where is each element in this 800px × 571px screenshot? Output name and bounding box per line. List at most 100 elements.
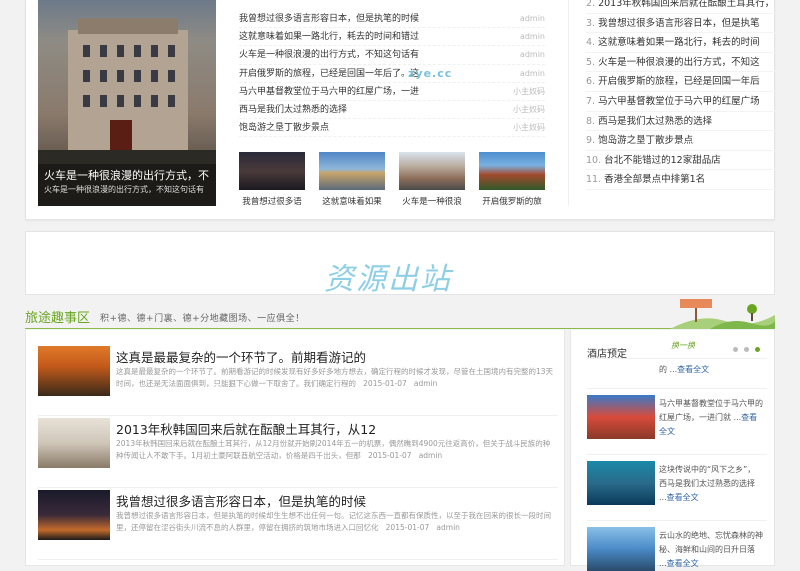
rank-title[interactable]: 马六甲基督教堂位于马六甲的红屋广场	[598, 96, 760, 107]
rank-number: 11.	[586, 174, 602, 186]
section-title[interactable]: 旅途趣事区	[25, 307, 90, 326]
list-item[interactable]: 西马是我们太过熟悉的选择 小主奴码	[239, 101, 545, 120]
sidebar-item-image[interactable]	[587, 461, 655, 505]
list-item-title[interactable]: 饱岛游之垦丁散步景点	[239, 119, 329, 136]
thumbnail-caption[interactable]: 开启俄罗斯的旅	[479, 195, 545, 207]
ranking-item[interactable]: 7. 马六甲基督教堂位于马六甲的红屋广场	[586, 92, 776, 112]
read-more-link[interactable]: 查看全文	[677, 365, 709, 374]
rank-title[interactable]: 西马是我们太过熟悉的选择	[598, 116, 712, 127]
article-author[interactable]: admin	[414, 379, 438, 388]
carousel-dot[interactable]	[744, 347, 749, 352]
rank-title[interactable]: 开启俄罗斯的旅程，已经是回国一年后	[598, 76, 760, 87]
ad-banner[interactable]: 资源出站	[25, 231, 775, 298]
travel-illustration-icon	[670, 299, 775, 329]
article-excerpt-text: 2013年秋韩国回来后就在酝酿土耳其行，从12月份就开始刷2014年五一的机票，…	[116, 439, 551, 460]
sidebar-item[interactable]: 马六甲基督教堂位于马六甲的红屋广场，一进门就 ...查看全文	[587, 388, 767, 450]
thumbnail-image[interactable]	[239, 152, 305, 190]
thumbnail-image[interactable]	[399, 152, 465, 190]
read-more-link[interactable]: 查看全文	[667, 559, 699, 568]
rank-title[interactable]: 香港全部景点中排第1名	[604, 174, 705, 185]
article-title[interactable]: 2013年秋韩国回来后就在酝酿土耳其行，从12	[116, 419, 376, 438]
ranking-item[interactable]: 3. 我曾想过很多语言形容日本，但是执笔	[586, 14, 776, 34]
list-item-author: admin	[519, 68, 545, 78]
article-author[interactable]: admin	[419, 451, 443, 460]
article-date: 2015-01-07	[363, 378, 407, 388]
thumbnail-card[interactable]: 我曾想过很多语	[239, 152, 305, 207]
rank-number: 5.	[586, 56, 596, 68]
article-title[interactable]: 我曾想过很多语言形容日本，但是执笔的时候	[116, 491, 366, 510]
ranking-item[interactable]: 6. 开启俄罗斯的旅程，已经是回国一年后	[586, 72, 776, 92]
carousel-dot[interactable]	[733, 347, 738, 352]
ranking-list: 2. 2013年秋韩国回来后就在酝酿土耳其行， 3. 我曾想过很多语言形容日本，但是…	[586, 0, 776, 190]
hotel-sidebar: 酒店预定 换一换 的 ...查看全文 马六甲基督教堂位于马六甲的红屋广场，一进门…	[570, 330, 775, 571]
thumbnail-image[interactable]	[479, 152, 545, 190]
section-slogan: 积+德、德+门裏、德+分地藏图场、一应俱全！	[100, 314, 305, 324]
list-item-title[interactable]: 我曾想过很多语言形容日本，但是执笔的时候	[239, 10, 419, 27]
rank-title[interactable]: 饱岛游之垦丁散步景点	[598, 135, 693, 146]
article-excerpt-text: 这真是最最复杂的一个环节了。前期看游记的时候发现有好多好多地方想去，确定行程的时…	[116, 367, 554, 388]
list-item[interactable]: 我曾想过很多语言形容日本，但是执笔的时候 admin	[239, 10, 545, 29]
ranking-item[interactable]: 2. 2013年秋韩国回来后就在酝酿土耳其行，	[586, 0, 776, 14]
rank-number: 6.	[586, 76, 596, 88]
top-article-list: 我曾想过很多语言形容日本，但是执笔的时候 admin 这就意味着如果一路北行，耗去…	[239, 10, 545, 138]
article-thumbnail[interactable]	[38, 418, 110, 468]
ranking-item[interactable]: 10. 台北不能错过的12家甜品店	[586, 151, 776, 171]
sidebar-item-image[interactable]	[587, 527, 655, 571]
list-item-author: admin	[519, 32, 545, 42]
sidebar-item-text: 马六甲基督教堂位于马六甲的红屋广场，一进门就 ...查看全文	[659, 397, 763, 439]
thumbnail-caption[interactable]: 这就意味着如果	[319, 195, 385, 207]
hero-title[interactable]: 火车是一种很浪漫的出行方式，不	[44, 168, 210, 184]
sidebar-item[interactable]: 云山水的绝地、忘忧森林的神秘、海鲜和山间的日升日落 ...查看全文	[587, 520, 767, 571]
read-more-link[interactable]: 查看全文	[667, 493, 699, 502]
ad-logo[interactable]: 资源出站	[324, 254, 452, 298]
article-title[interactable]: 这真是最最复杂的一个环节了。前期看游记的	[116, 347, 366, 366]
article-item[interactable]: 2013年秋韩国回来后就在酝酿土耳其行，从12 2013年秋韩国回来后就在酝酿土…	[38, 418, 558, 488]
sidebar-item-text: 这块传说中的“风下之乡”，西马是我们太过熟悉的选择 ...查看全文	[659, 463, 763, 505]
ranking-item[interactable]: 8. 西马是我们太过熟悉的选择	[586, 112, 776, 132]
rank-title[interactable]: 台北不能错过的12家甜品店	[604, 155, 721, 166]
article-item[interactable]: 我曾想过很多语言形容日本，但是执笔的时候 我曾想过很多语言形容日本，但是执笔的时…	[38, 490, 558, 560]
rank-number: 2.	[586, 0, 596, 9]
swap-button[interactable]: 换一换	[671, 340, 695, 351]
list-item-title[interactable]: 火车是一种很浪漫的出行方式，不知这句话有	[239, 46, 419, 63]
article-thumbnail[interactable]	[38, 346, 110, 396]
rank-title[interactable]: 我曾想过很多语言形容日本，但是执笔	[598, 18, 760, 29]
list-item[interactable]: 开启俄罗斯的旅程，已经是回国一年后了。这 admin	[239, 65, 545, 83]
sidebar-item-image[interactable]	[587, 395, 655, 439]
thumbnail-card[interactable]: 火车是一种很浪	[399, 152, 465, 207]
section-header: 旅途趣事区 积+德、德+门裏、德+分地藏图场、一应俱全！	[25, 299, 775, 329]
list-item-title[interactable]: 这就意味着如果一路北行，耗去的时间和错过	[239, 28, 419, 45]
thumbnail-card[interactable]: 这就意味着如果	[319, 152, 385, 207]
list-item[interactable]: 马六甲基督教堂位于马六甲的红屋广场，一进 小主奴码	[239, 83, 545, 101]
list-item-author: 小主奴码	[513, 104, 545, 114]
rank-title[interactable]: 火车是一种很浪漫的出行方式，不知这	[598, 57, 760, 68]
hero-caption: 火车是一种很浪漫的出行方式，不 火车是一种很浪漫的出行方式，不知这句话有	[38, 164, 216, 206]
carousel-dot-active[interactable]	[755, 347, 760, 352]
thumbnail-card[interactable]: 开启俄罗斯的旅	[479, 152, 545, 207]
list-item-title[interactable]: 开启俄罗斯的旅程，已经是回国一年后了。这	[239, 65, 419, 82]
hero-image[interactable]: 火车是一种很浪漫的出行方式，不 火车是一种很浪漫的出行方式，不知这句话有	[38, 0, 216, 206]
rank-title[interactable]: 这就意味着如果一路北行，耗去的时间	[598, 37, 760, 48]
thumbnail-image[interactable]	[319, 152, 385, 190]
ad-url[interactable]: zye.cc	[408, 67, 452, 80]
sidebar-item[interactable]: 这块传说中的“风下之乡”，西马是我们太过熟悉的选择 ...查看全文	[587, 454, 767, 516]
carousel-dots	[733, 347, 760, 352]
ranking-item[interactable]: 4. 这就意味着如果一路北行，耗去的时间	[586, 33, 776, 53]
ranking-item[interactable]: 9. 饱岛游之垦丁散步景点	[586, 131, 776, 151]
article-item[interactable]: 这真是最最复杂的一个环节了。前期看游记的 这真是最最复杂的一个环节了。前期看游记…	[38, 346, 558, 416]
list-item-title[interactable]: 西马是我们太过熟悉的选择	[239, 101, 347, 118]
ranking-item[interactable]: 11. 香港全部景点中排第1名	[586, 170, 776, 190]
sidebar-item[interactable]: 的 ...查看全文	[587, 358, 767, 378]
list-item[interactable]: 这就意味着如果一路北行，耗去的时间和错过 admin	[239, 28, 545, 47]
list-item-author: admin	[519, 50, 545, 60]
list-item[interactable]: 饱岛游之垦丁散步景点 小主奴码	[239, 119, 545, 138]
list-item-author: admin	[519, 14, 545, 23]
list-item[interactable]: 火车是一种很浪漫的出行方式，不知这句话有 admin	[239, 46, 545, 65]
article-thumbnail[interactable]	[38, 490, 110, 540]
thumbnail-caption[interactable]: 我曾想过很多语	[239, 195, 305, 207]
ranking-item[interactable]: 5. 火车是一种很浪漫的出行方式，不知这	[586, 53, 776, 73]
thumbnail-caption[interactable]: 火车是一种很浪	[399, 195, 465, 207]
rank-title[interactable]: 2013年秋韩国回来后就在酝酿土耳其行，	[598, 0, 774, 9]
article-author[interactable]: admin	[436, 523, 460, 532]
list-item-title[interactable]: 马六甲基督教堂位于马六甲的红屋广场，一进	[239, 83, 419, 100]
